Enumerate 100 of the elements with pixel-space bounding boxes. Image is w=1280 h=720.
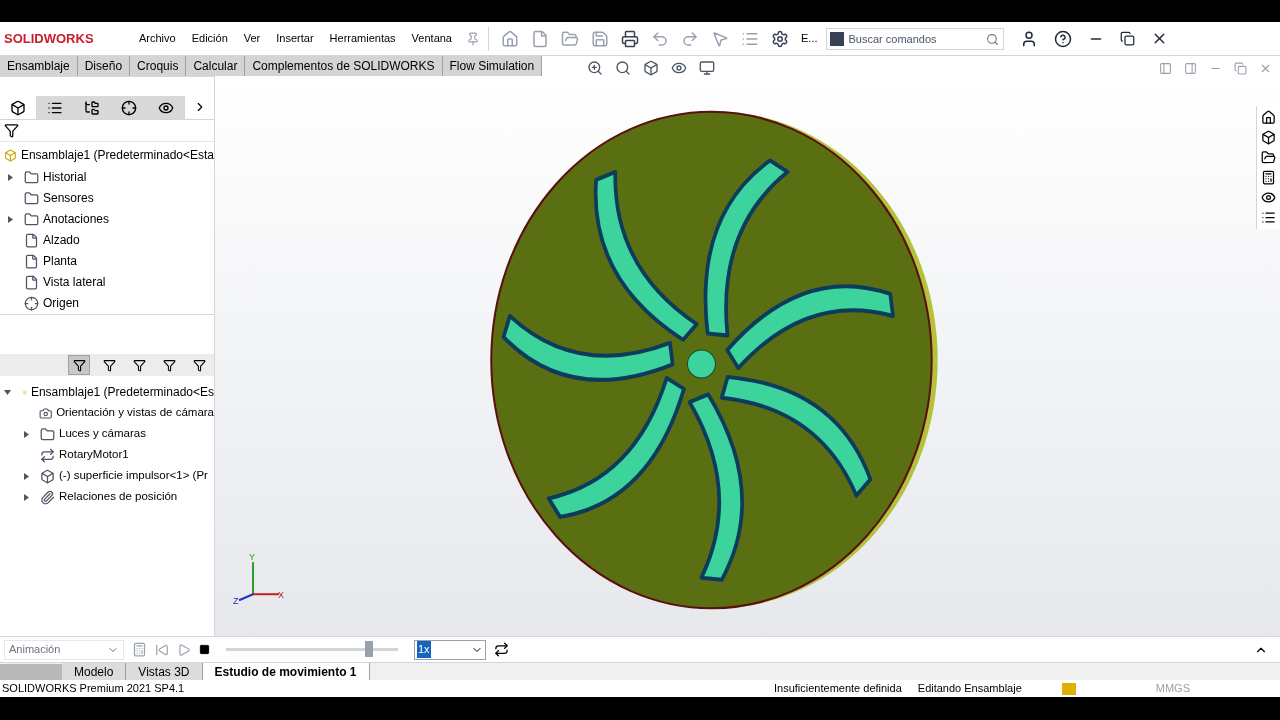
expand-arrow-icon[interactable] [24, 493, 29, 501]
print-icon[interactable] [621, 29, 639, 48]
feature-icon [40, 489, 55, 505]
feature-icon [24, 190, 39, 206]
status-text: Insuficientemente definida [774, 681, 902, 697]
search-icon[interactable] [985, 32, 999, 46]
open-folder-icon[interactable] [561, 29, 579, 48]
view-orientation-icon[interactable] [643, 60, 659, 76]
new-document-icon[interactable] [531, 29, 549, 48]
menu-item[interactable]: Edición [185, 30, 234, 47]
search-field[interactable]: Buscar comandos [825, 27, 1004, 50]
command-tab[interactable]: Croquis [130, 56, 187, 76]
folder-icon[interactable] [1261, 150, 1276, 165]
monitor-icon[interactable] [699, 60, 715, 76]
toolbar-label[interactable]: E... [801, 30, 818, 47]
tree-item[interactable]: Vista lateral [43, 273, 106, 291]
feature-icon [40, 426, 55, 442]
visibility-icon[interactable] [671, 60, 687, 76]
expand-arrow-icon[interactable] [24, 472, 29, 480]
cube-icon [10, 99, 26, 116]
tree-item[interactable]: Origen [43, 294, 80, 312]
feature-icon [24, 232, 39, 248]
save-icon[interactable] [591, 29, 609, 48]
tree-item[interactable]: Alzado [43, 231, 80, 249]
filter-toggle[interactable] [68, 355, 90, 375]
feature-icon [24, 253, 39, 269]
tree-item[interactable]: Sensores [43, 189, 94, 207]
tree-icon [84, 99, 100, 116]
command-tab[interactable]: Calcular [186, 56, 246, 76]
command-tab[interactable]: Flow Simulation [442, 56, 543, 76]
part-icon[interactable] [1261, 130, 1276, 145]
menu-item[interactable]: Insertar [270, 30, 320, 47]
timeline-slider-thumb[interactable] [364, 641, 373, 657]
menu-item[interactable]: Archivo [133, 30, 182, 47]
zoom-area-icon[interactable] [615, 60, 631, 76]
manager-tab[interactable] [37, 96, 74, 119]
feature-icon [24, 274, 39, 290]
play-from-start-icon[interactable] [155, 642, 169, 657]
study-type-dropdown[interactable]: Animación [4, 639, 124, 660]
feature-icon [24, 169, 39, 185]
tree-item[interactable]: Planta [43, 252, 78, 270]
zoom-icon[interactable] [587, 60, 603, 76]
tree-item[interactable]: Ensamblaje1 (Predeterminado<Es [30, 383, 214, 401]
command-tab[interactable]: Complementos de SOLIDWORKS [245, 56, 443, 76]
bottom-tab[interactable]: Estudio de movimiento 1 [202, 663, 370, 680]
appearance-icon[interactable] [1261, 190, 1276, 205]
manager-tab[interactable] [148, 96, 185, 119]
filter-icon [132, 358, 146, 372]
filter-icon [102, 358, 116, 372]
loop-icon[interactable] [494, 642, 509, 657]
redo-icon[interactable] [681, 29, 699, 48]
tree-item[interactable]: (-) superficie impulsor<1> (Pr [59, 467, 208, 485]
feature-icon [24, 295, 39, 311]
feature-icon [24, 211, 39, 227]
bottom-tab[interactable]: Modelo [62, 663, 127, 680]
feature-icon [40, 468, 55, 484]
manager-tab[interactable] [74, 96, 111, 119]
axis-label: Z [233, 596, 239, 607]
tree-item[interactable]: Luces y cámaras [59, 425, 146, 443]
filter-icon [72, 358, 86, 372]
axis-label: X [278, 590, 285, 601]
bottom-tab[interactable]: Vistas 3D [126, 663, 203, 680]
assembly-icon [4, 147, 17, 163]
tree-item[interactable]: Orientación y vistas de cámara [56, 404, 214, 422]
collapse-arrow-icon[interactable] [4, 389, 11, 395]
expand-arrow-icon[interactable] [24, 430, 29, 438]
manager-tab[interactable] [111, 96, 148, 119]
restore-icon[interactable] [1119, 31, 1135, 46]
filter-icon [162, 358, 176, 372]
command-tab[interactable]: Ensamblaje [0, 56, 78, 76]
undo-icon[interactable] [651, 29, 669, 48]
axis-label: Y [249, 552, 256, 563]
expand-arrow-icon[interactable] [8, 215, 13, 223]
menu-item[interactable]: Ver [237, 30, 267, 47]
properties-icon[interactable] [1261, 210, 1276, 225]
feature-icon [38, 405, 53, 421]
settings-icon[interactable] [771, 29, 789, 48]
panel-left-icon[interactable] [1159, 62, 1172, 75]
tree-item[interactable]: Ensamblaje1 (Predeterminado<Esta [20, 146, 214, 164]
menu-item[interactable]: Ventana [405, 30, 458, 47]
tree-item[interactable]: Relaciones de posición [59, 488, 178, 506]
status-text: Editando Ensamblaje [917, 681, 1022, 697]
help-icon[interactable] [1053, 29, 1072, 48]
home-icon[interactable] [1261, 110, 1276, 125]
feature-icon [40, 447, 55, 463]
speed-dropdown[interactable]: 1x [414, 639, 486, 660]
tree-item[interactable]: RotaryMotor1 [59, 446, 129, 464]
command-tab[interactable]: Diseño [77, 56, 131, 76]
crosshair-icon [121, 99, 137, 116]
app-logo: SOLIDWORKS [4, 29, 95, 48]
filter-icon[interactable] [4, 123, 19, 138]
tree-item[interactable]: Anotaciones [43, 210, 110, 228]
select-pointer-icon[interactable] [711, 29, 729, 48]
menu-item[interactable]: Herramientas [323, 30, 402, 47]
stop-icon[interactable] [199, 644, 210, 655]
tree-item[interactable]: Historial [43, 168, 87, 186]
filter-icon [192, 358, 206, 372]
expand-arrow-icon[interactable] [8, 173, 13, 181]
calculate-icon[interactable] [132, 642, 147, 657]
panel-right-icon[interactable] [1184, 62, 1197, 75]
